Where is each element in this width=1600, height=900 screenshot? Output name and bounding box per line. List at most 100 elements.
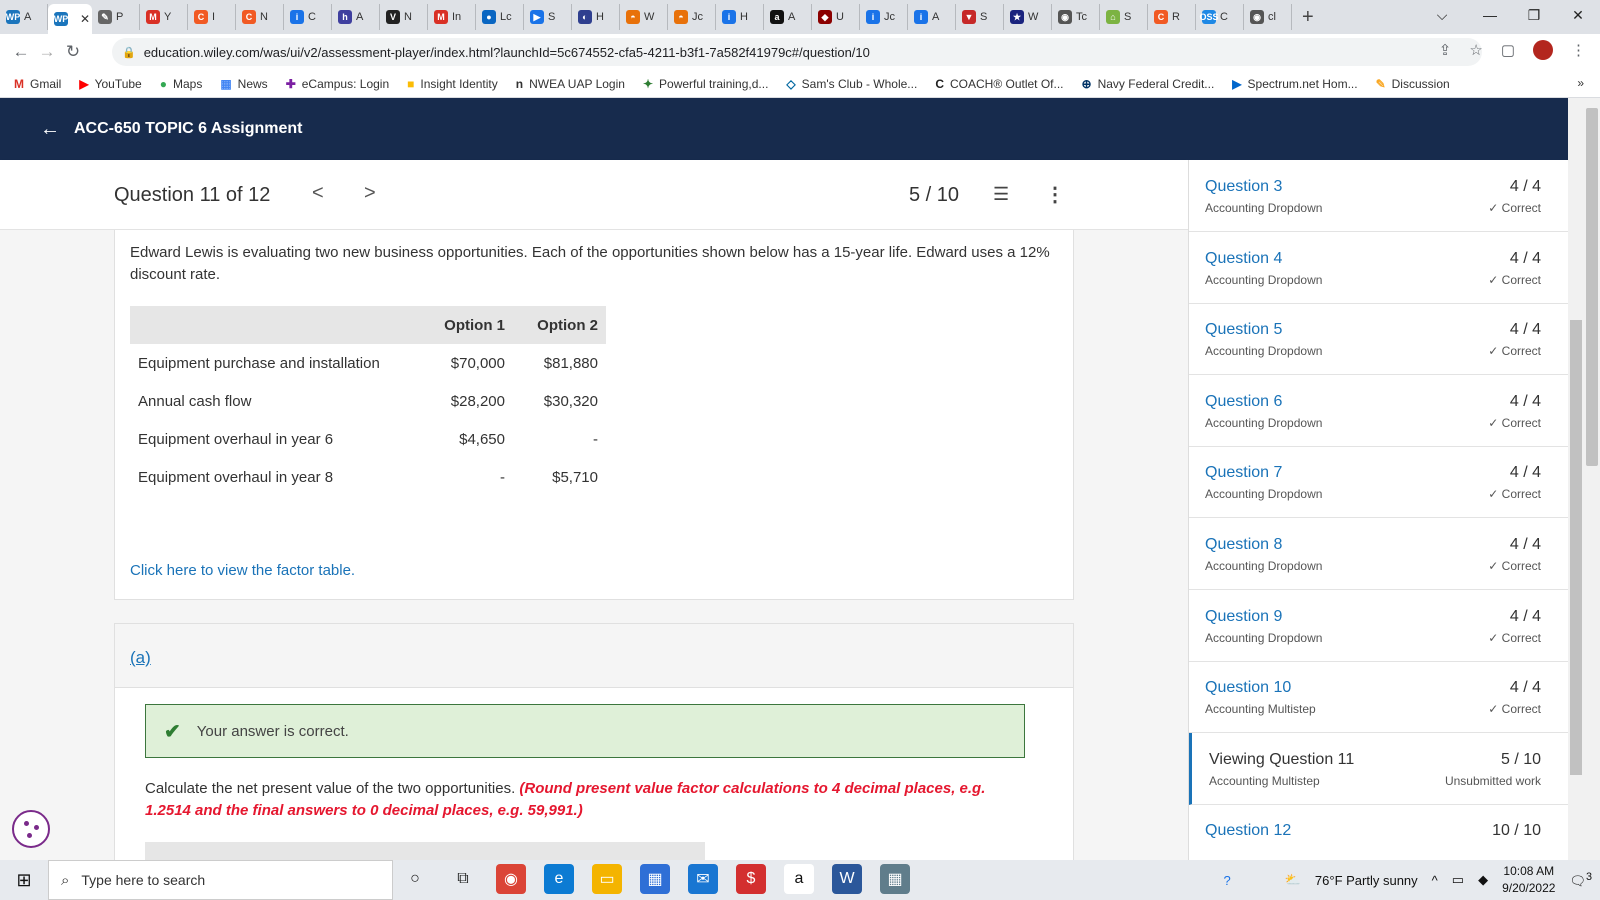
bookmark-item[interactable]: ▶ YouTube: [79, 77, 141, 91]
new-tab-button[interactable]: +: [1292, 6, 1324, 29]
browser-tab[interactable]: CI: [188, 4, 236, 30]
browser-tab[interactable]: WP ✕: [48, 4, 92, 34]
amazon-icon[interactable]: a: [784, 864, 814, 894]
windows-start-icon[interactable]: ⊞: [0, 870, 48, 891]
sidebar-question-item[interactable]: Question 12 10 / 10: [1189, 804, 1568, 860]
tray-chevron-icon[interactable]: ^: [1432, 873, 1438, 888]
profile-avatar[interactable]: [1533, 40, 1553, 60]
sidebar-question-item[interactable]: Viewing Question 11 Accounting Multistep 5…: [1189, 732, 1568, 805]
file-explorer-icon[interactable]: ▭: [592, 864, 622, 894]
bookmark-item[interactable]: n NWEA UAP Login: [516, 77, 625, 91]
browser-tab[interactable]: ◐ H: [572, 4, 620, 30]
sidepanel-icon[interactable]: ▢: [1501, 41, 1515, 59]
browser-tab[interactable]: ◆ U: [812, 4, 860, 30]
assignment-title[interactable]: ACC-650 TOPIC 6 Assignment: [74, 120, 303, 138]
share-icon[interactable]: ⇪: [1439, 41, 1452, 59]
browser-tab[interactable]: hA: [332, 4, 380, 30]
browser-tab[interactable]: ▼ S: [956, 4, 1004, 30]
browser-tab[interactable]: ⌂ S: [1100, 4, 1148, 30]
sidebar-question-item[interactable]: Question 3 Accounting Dropdown 4 / 4 ✓ Corr…: [1189, 160, 1568, 232]
bookmark-item[interactable]: ✦ Powerful training,d...: [643, 77, 768, 91]
close-button[interactable]: ✕: [1556, 0, 1600, 30]
browser-tab[interactable]: iC: [284, 4, 332, 30]
lock-icon[interactable]: 🔒: [122, 46, 136, 59]
next-question-button[interactable]: >: [364, 182, 376, 205]
browser-tab[interactable]: iH: [716, 4, 764, 30]
question-link[interactable]: Question 4: [1205, 250, 1282, 268]
sidebar-scroll-thumb[interactable]: [1570, 320, 1582, 775]
dropbox-icon[interactable]: ◆: [1478, 872, 1488, 888]
browser-tab[interactable]: ◓ Jc: [668, 4, 716, 30]
forward-icon[interactable]: →: [34, 42, 60, 62]
sidebar-question-item[interactable]: Question 10 Accounting Multistep 4 / 4 ✓ Co…: [1189, 661, 1568, 734]
sidebar-question-item[interactable]: Question 8 Accounting Dropdown 4 / 4 ✓ Corr…: [1189, 518, 1568, 590]
question-link[interactable]: Question 9: [1205, 608, 1282, 626]
bookmark-item[interactable]: C COACH® Outlet Of...: [935, 77, 1063, 91]
question-link[interactable]: Question 12: [1205, 822, 1291, 840]
weather-text[interactable]: 76°F Partly sunny: [1315, 873, 1418, 888]
page-scroll-thumb[interactable]: [1586, 108, 1598, 466]
calculator-icon[interactable]: ▦: [880, 864, 910, 894]
browser-tab[interactable]: ◓ W: [620, 4, 668, 30]
browser-tab[interactable]: ● Lc: [476, 4, 524, 30]
sidebar-question-item[interactable]: Question 5 Accounting Dropdown 4 / 4 ✓ Corr…: [1189, 303, 1568, 376]
prev-question-button[interactable]: <: [312, 182, 324, 205]
cortana-icon[interactable]: ○: [400, 864, 430, 894]
browser-tab[interactable]: OSS C: [1196, 4, 1244, 30]
bookmarks-more-icon[interactable]: »: [1577, 76, 1584, 90]
back-arrow-icon[interactable]: ←: [40, 118, 60, 141]
bookmark-item[interactable]: ✚ eCampus: Login: [286, 77, 389, 91]
browser-tab[interactable]: ◉ Tc: [1052, 4, 1100, 30]
bookmark-item[interactable]: ▶ Spectrum.net Hom...: [1232, 77, 1357, 91]
question-link[interactable]: Question 10: [1205, 679, 1291, 697]
question-link[interactable]: Question 3: [1205, 178, 1282, 196]
more-options-icon[interactable]: ⋮: [1045, 182, 1065, 207]
bookmark-item[interactable]: ⊕ Navy Federal Credit...: [1082, 77, 1215, 91]
browser-tab[interactable]: WP A: [0, 4, 48, 30]
store-icon[interactable]: ▦: [640, 864, 670, 894]
app-icon[interactable]: $: [736, 864, 766, 894]
task-view-icon[interactable]: ⧉: [448, 864, 478, 894]
restore-button[interactable]: ❐: [1512, 0, 1556, 30]
sidebar-question-item[interactable]: Question 4 Accounting Dropdown 4 / 4 ✓ Corr…: [1189, 232, 1568, 304]
browser-tab[interactable]: ◉ cl: [1244, 4, 1292, 30]
chrome-icon[interactable]: ◉: [496, 864, 526, 894]
tab-search-icon[interactable]: ⌵: [1420, 0, 1464, 30]
bookmark-item[interactable]: ▦ News: [220, 77, 267, 91]
browser-tab[interactable]: CN: [236, 4, 284, 30]
browser-tab[interactable]: ★ W: [1004, 4, 1052, 30]
question-link[interactable]: Question 6: [1205, 393, 1282, 411]
network-icon[interactable]: ▭: [1452, 872, 1464, 888]
help-icon[interactable]: ?: [1223, 873, 1230, 888]
browser-tab[interactable]: CR: [1148, 4, 1196, 30]
browser-tab[interactable]: ▶ S: [524, 4, 572, 30]
minimize-button[interactable]: —: [1468, 0, 1512, 30]
bookmark-item[interactable]: M Gmail: [14, 77, 61, 91]
bookmark-item[interactable]: ✎ Discussion: [1376, 77, 1450, 91]
word-icon[interactable]: W: [832, 864, 862, 894]
browser-tab[interactable]: iA: [908, 4, 956, 30]
factor-table-link[interactable]: Click here to view the factor table.: [130, 562, 355, 579]
browser-tab[interactable]: VN: [380, 4, 428, 30]
edge-icon[interactable]: e: [544, 864, 574, 894]
browser-tab[interactable]: M In: [428, 4, 476, 30]
tab-close-icon[interactable]: ✕: [80, 12, 90, 26]
bookmark-item[interactable]: ◇ Sam's Club - Whole...: [786, 77, 917, 91]
reload-icon[interactable]: ↻: [60, 42, 86, 62]
bookmark-item[interactable]: ● Maps: [160, 77, 203, 91]
browser-tab[interactable]: ✎ P: [92, 4, 140, 30]
mail-icon[interactable]: ✉: [688, 864, 718, 894]
sidebar-question-item[interactable]: Question 9 Accounting Dropdown 4 / 4 ✓ Corr…: [1189, 590, 1568, 662]
clock[interactable]: 10:08 AM 9/20/2022: [1502, 863, 1555, 897]
cookie-settings-icon[interactable]: [12, 810, 50, 848]
browser-tab[interactable]: MY: [140, 4, 188, 30]
question-link[interactable]: Question 7: [1205, 464, 1282, 482]
part-a-label[interactable]: (a): [130, 648, 151, 668]
menu-icon[interactable]: ⋮: [1571, 41, 1586, 59]
back-icon[interactable]: ←: [8, 42, 34, 62]
question-list-icon[interactable]: ☰: [993, 184, 1009, 205]
bookmark-star-icon[interactable]: ☆: [1469, 41, 1482, 59]
question-link[interactable]: Question 5: [1205, 321, 1282, 339]
browser-tab[interactable]: i Jc: [860, 4, 908, 30]
taskbar-search[interactable]: ⌕ Type here to search: [48, 860, 393, 900]
